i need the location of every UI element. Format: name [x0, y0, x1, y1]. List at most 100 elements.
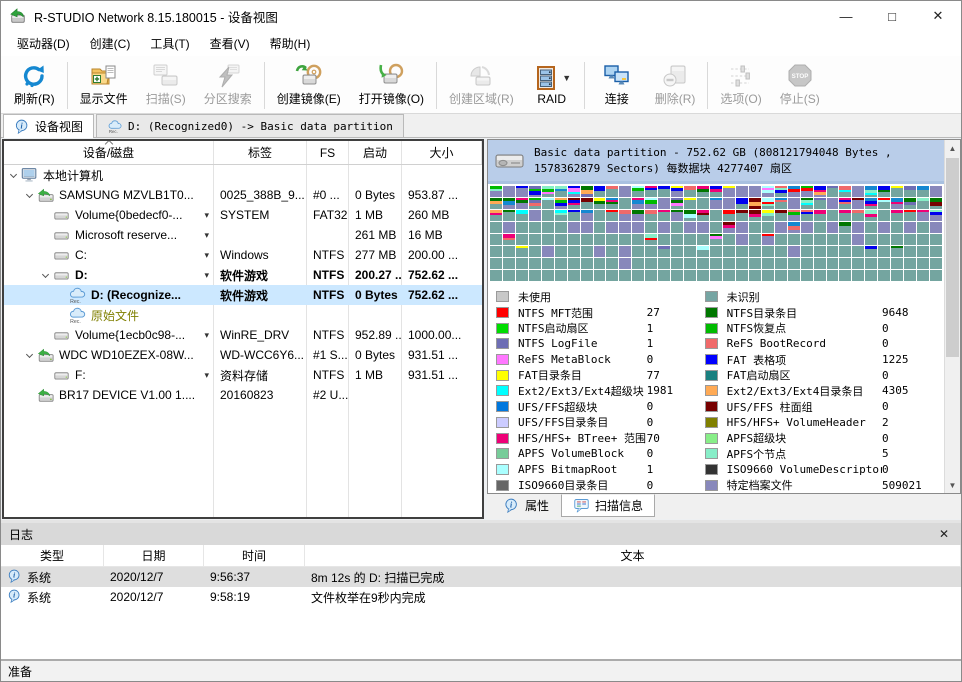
scan-block[interactable] [891, 258, 903, 269]
scan-block[interactable] [878, 210, 890, 221]
scan-block[interactable] [814, 222, 826, 233]
scan-block[interactable] [865, 258, 877, 269]
scan-block[interactable] [658, 234, 670, 245]
scan-block[interactable] [684, 222, 696, 233]
scan-block[interactable] [632, 234, 644, 245]
scan-block[interactable] [658, 186, 670, 197]
scan-block[interactable] [581, 222, 593, 233]
tree-row-2[interactable]: Volume{0bedecf0-...▾SYSTEMFAT321 MB260 M… [4, 205, 482, 225]
scan-block[interactable] [801, 186, 813, 197]
scan-block[interactable] [814, 210, 826, 221]
tree-row-0[interactable]: 本地计算机 [4, 165, 482, 185]
scan-block[interactable] [917, 210, 929, 221]
scan-block[interactable] [736, 222, 748, 233]
scan-block[interactable] [619, 222, 631, 233]
scan-block[interactable] [658, 198, 670, 209]
menu-item-0[interactable]: 驱动器(D) [7, 32, 80, 55]
scan-block[interactable] [891, 222, 903, 233]
scan-block[interactable] [503, 222, 515, 233]
scan-block[interactable] [490, 258, 502, 269]
row-dropdown-icon[interactable]: ▾ [204, 330, 211, 341]
scan-block[interactable] [904, 270, 916, 281]
scan-block[interactable] [917, 258, 929, 269]
scan-block[interactable] [852, 234, 864, 245]
scan-block[interactable] [697, 198, 709, 209]
scan-block[interactable] [723, 198, 735, 209]
scan-block[interactable] [619, 270, 631, 281]
scan-block[interactable] [801, 198, 813, 209]
row-dropdown-icon[interactable]: ▾ [204, 210, 211, 221]
scan-block[interactable] [839, 210, 851, 221]
tree-header-0[interactable]: 设备/磁盘 [4, 141, 214, 164]
toolbar-button-4[interactable]: 创建镜像(E) [268, 58, 350, 113]
scan-block[interactable] [762, 246, 774, 257]
scan-block[interactable] [749, 210, 761, 221]
scan-block[interactable] [632, 258, 644, 269]
scan-block[interactable] [814, 198, 826, 209]
scan-block[interactable] [568, 186, 580, 197]
scan-block[interactable] [710, 198, 722, 209]
expander-icon[interactable] [23, 194, 36, 197]
tree-row-5[interactable]: D:▾软件游戏NTFS200.27 ...752.62 ... [4, 265, 482, 285]
scan-block[interactable] [878, 222, 890, 233]
scan-block[interactable] [594, 210, 606, 221]
scan-block[interactable] [723, 246, 735, 257]
scan-block[interactable] [891, 210, 903, 221]
scan-block[interactable] [697, 222, 709, 233]
scan-block[interactable] [542, 186, 554, 197]
scan-block[interactable] [632, 246, 644, 257]
scan-block[interactable] [762, 198, 774, 209]
scan-block[interactable] [529, 210, 541, 221]
toolbar-button-1[interactable]: 显示文件 [71, 58, 137, 113]
scan-block[interactable] [581, 270, 593, 281]
scan-block[interactable] [645, 258, 657, 269]
scan-block[interactable] [503, 246, 515, 257]
scan-block[interactable] [568, 198, 580, 209]
scan-block[interactable] [801, 210, 813, 221]
tree-row-8[interactable]: Volume{1ecb0c98-...▾WinRE_DRVNTFS952.89 … [4, 325, 482, 345]
scan-block[interactable] [619, 258, 631, 269]
scroll-up-icon[interactable]: ▲ [945, 140, 960, 156]
scan-block[interactable] [658, 210, 670, 221]
scan-panel-scrollbar[interactable]: ▲ ▼ [944, 140, 960, 493]
scan-block[interactable] [684, 270, 696, 281]
scan-block[interactable] [891, 270, 903, 281]
scan-block[interactable] [697, 270, 709, 281]
scan-block[interactable] [619, 186, 631, 197]
scan-block[interactable] [891, 198, 903, 209]
scan-block[interactable] [594, 270, 606, 281]
scan-block[interactable] [749, 234, 761, 245]
scan-block[interactable] [749, 222, 761, 233]
scan-block[interactable] [542, 258, 554, 269]
scan-block[interactable] [814, 186, 826, 197]
view-tab-1[interactable]: Rec.D: (Recognized0) -> Basic data parti… [96, 114, 404, 137]
scan-block[interactable] [645, 186, 657, 197]
scan-block[interactable] [710, 258, 722, 269]
toolbar-button-5[interactable]: 打开镜像(O) [350, 58, 433, 113]
scan-block[interactable] [827, 234, 839, 245]
scan-block[interactable] [594, 186, 606, 197]
scan-block[interactable] [839, 186, 851, 197]
scan-block[interactable] [852, 246, 864, 257]
scan-block[interactable] [723, 222, 735, 233]
scan-block[interactable] [749, 270, 761, 281]
scan-block[interactable] [891, 246, 903, 257]
scan-block[interactable] [839, 246, 851, 257]
scan-block[interactable] [645, 210, 657, 221]
scan-block[interactable] [503, 210, 515, 221]
log-header-3[interactable]: 文本 [305, 545, 961, 566]
scan-block[interactable] [865, 270, 877, 281]
scan-block[interactable] [529, 198, 541, 209]
scan-block[interactable] [917, 186, 929, 197]
scan-block[interactable] [775, 222, 787, 233]
scan-block[interactable] [788, 210, 800, 221]
row-dropdown-icon[interactable]: ▾ [204, 250, 211, 261]
scan-block[interactable] [581, 210, 593, 221]
scroll-track[interactable] [945, 156, 960, 477]
tree-row-3[interactable]: Microsoft reserve...▾261 MB16 MB [4, 225, 482, 245]
scan-block[interactable] [710, 270, 722, 281]
scan-block[interactable] [775, 234, 787, 245]
scan-block[interactable] [697, 210, 709, 221]
tree-header-1[interactable]: 标签 [214, 141, 307, 164]
scan-block[interactable] [490, 210, 502, 221]
